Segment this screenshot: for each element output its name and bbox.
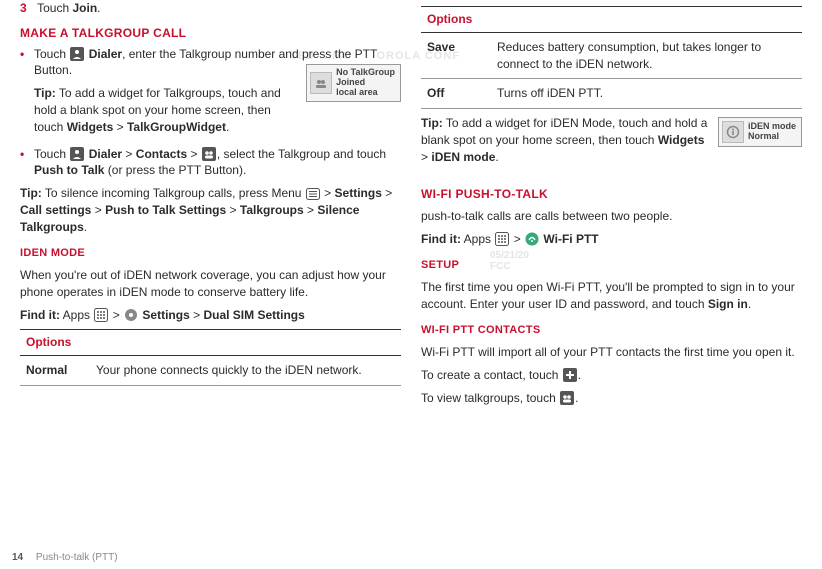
options-table-right: Options Save Reduces battery consumption…: [421, 6, 802, 109]
tip-label: Tip:: [34, 86, 56, 100]
table-row: Save Reduces battery consumption, but ta…: [421, 32, 802, 79]
page-footer: 14 Push-to-talk (PTT): [12, 552, 118, 563]
section-name: Push-to-talk (PTT): [36, 552, 118, 563]
step-number: 3: [20, 0, 34, 17]
heading-wifi-contacts: Wi-Fi PTT contacts: [421, 323, 802, 338]
dialer-label: Dialer: [89, 147, 122, 161]
heading-iden-mode: iDEN Mode: [20, 246, 401, 261]
find-it-iden: Find it: Apps > Settings > Dual SIM Sett…: [20, 307, 401, 324]
bullet-dialer-ptt: • Touch Dialer, enter the Talkgroup numb…: [20, 46, 401, 142]
right-column: Options Save Reduces battery consumption…: [411, 0, 812, 520]
add-icon: [563, 368, 577, 382]
table-row: Off Turns off iDEN PTT.: [421, 79, 802, 109]
apps-icon: [94, 308, 108, 322]
contacts-label: Contacts: [136, 147, 187, 161]
group-icon: [560, 391, 574, 405]
find-it-label: Find it:: [20, 308, 60, 322]
settings-icon: [124, 308, 138, 322]
talkgroup-widget-icon: [310, 72, 332, 94]
group-icon: [202, 147, 216, 161]
options-table-left: Options Normal Your phone connects quick…: [20, 329, 401, 386]
tip-silence-talkgroup: Tip: To silence incoming Talkgroup calls…: [20, 185, 401, 235]
wifi-contacts-desc: Wi-Fi PTT will import all of your PTT co…: [421, 344, 802, 361]
dialer-label: Dialer: [89, 47, 122, 61]
iden-mode-widget-preview: iDEN mode Normal: [718, 117, 802, 147]
tip-label: Tip:: [20, 186, 42, 200]
join-label: Join: [73, 1, 98, 15]
heading-setup: Setup: [421, 258, 802, 273]
bullet-dot: •: [20, 46, 34, 142]
view-talkgroups: To view talkgroups, touch .: [421, 390, 802, 407]
find-it-wifi: Find it: Apps > Wi-Fi PTT: [421, 231, 802, 248]
iden-mode-desc: When you're out of iDEN network coverage…: [20, 267, 401, 301]
bullet-dialer-contacts: • Touch Dialer > Contacts > , select the…: [20, 146, 401, 180]
setup-desc: The first time you open Wi-Fi PTT, you'l…: [421, 279, 802, 313]
step-3: 3 Touch Join.: [20, 0, 401, 17]
options-header: Options: [421, 7, 802, 33]
menu-icon: [306, 188, 320, 200]
bullet-dot: •: [20, 146, 34, 180]
tip-label: Tip:: [421, 116, 443, 130]
options-header: Options: [20, 330, 401, 356]
talkgroup-widget-preview: No TalkGroup Joined local area: [306, 64, 401, 102]
find-it-label: Find it:: [421, 232, 461, 246]
table-row: Normal Your phone connects quickly to th…: [20, 356, 401, 386]
left-column: 3 Touch Join. Make a Talkgroup call • To…: [10, 0, 411, 520]
wifi-ptt-desc: push-to-talk calls are calls between two…: [421, 208, 802, 225]
dialer-icon: [70, 47, 84, 61]
heading-wifi-ptt: Wi-Fi Push-to-talk: [421, 186, 802, 203]
heading-make-talkgroup-call: Make a Talkgroup call: [20, 25, 401, 42]
page-number: 14: [12, 552, 23, 563]
wifi-ptt-icon: [525, 232, 539, 246]
info-icon: [722, 121, 744, 143]
apps-icon: [495, 232, 509, 246]
create-contact: To create a contact, touch .: [421, 367, 802, 384]
dialer-icon: [70, 147, 84, 161]
